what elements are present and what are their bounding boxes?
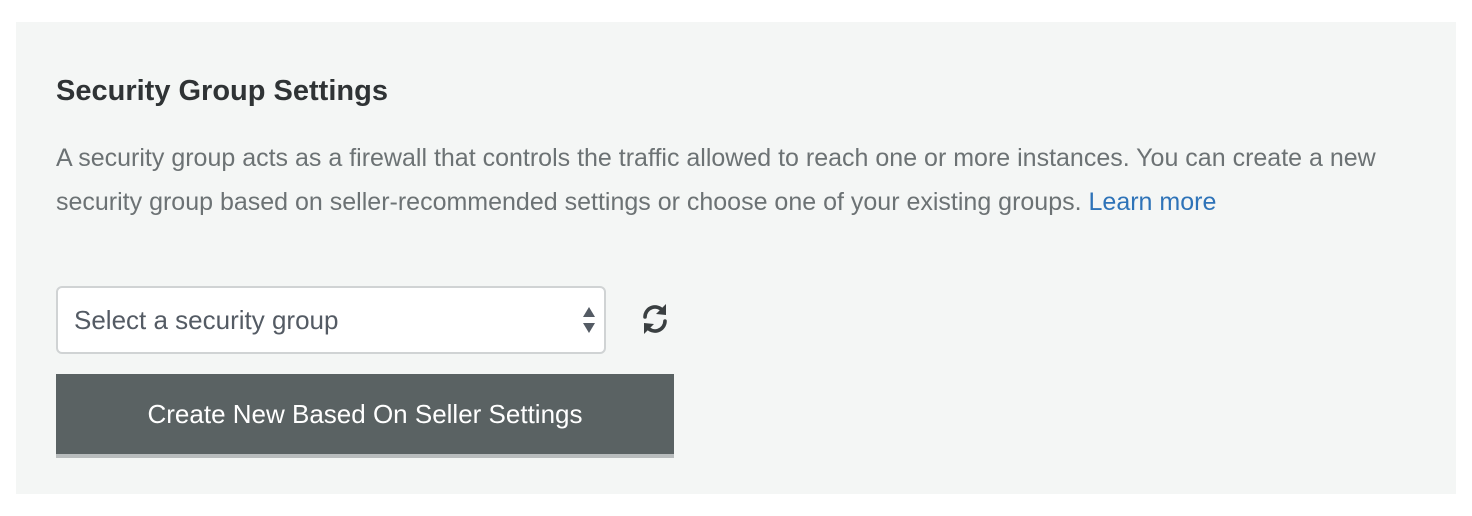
section-description: A security group acts as a firewall that… bbox=[56, 136, 1426, 224]
create-new-security-group-button[interactable]: Create New Based On Seller Settings bbox=[56, 374, 674, 458]
learn-more-link[interactable]: Learn more bbox=[1089, 188, 1217, 216]
sort-arrows-icon bbox=[583, 307, 595, 333]
security-group-settings-panel: Security Group Settings A security group… bbox=[16, 22, 1456, 494]
security-group-select[interactable]: Select a security group bbox=[56, 286, 606, 354]
refresh-icon[interactable] bbox=[640, 300, 670, 338]
section-title: Security Group Settings bbox=[56, 75, 388, 107]
security-group-select-value: Select a security group bbox=[74, 305, 339, 335]
